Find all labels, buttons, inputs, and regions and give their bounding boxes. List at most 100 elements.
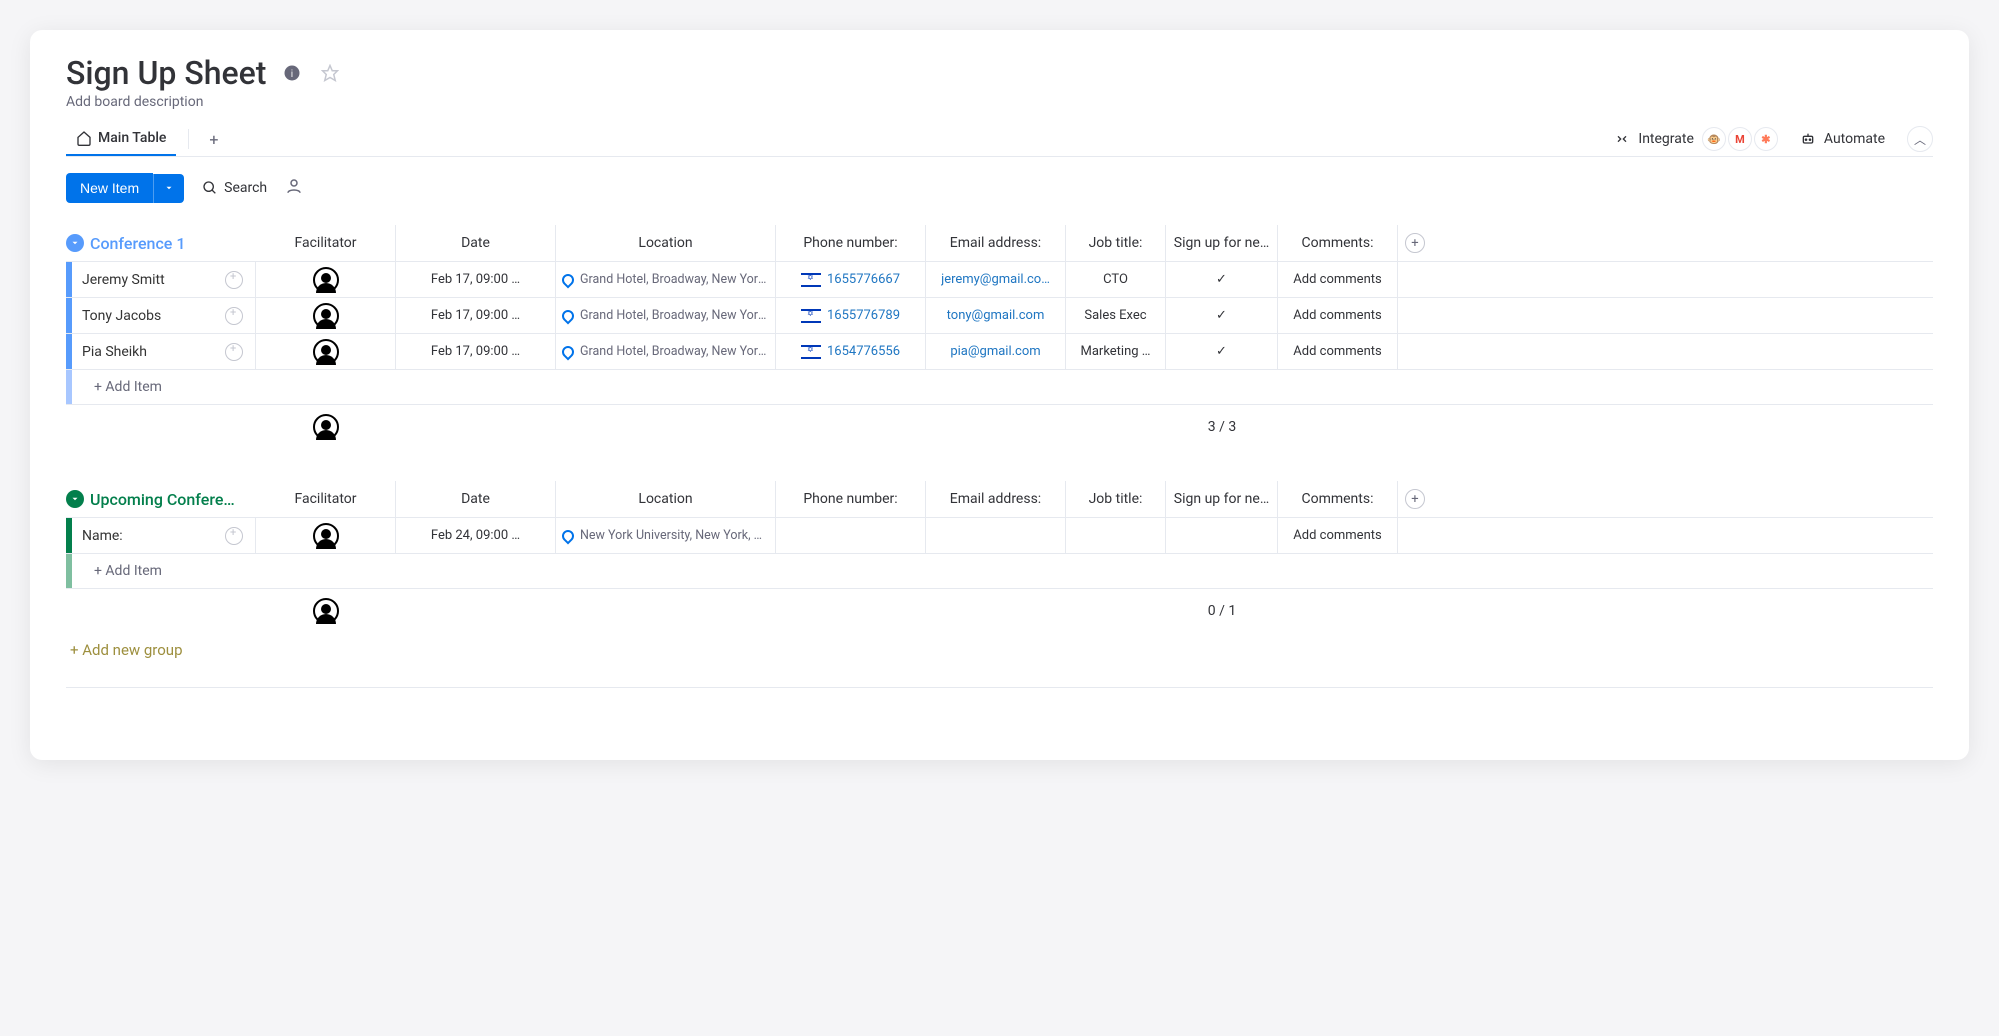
- column-header-location[interactable]: Location: [556, 481, 776, 517]
- item-name[interactable]: Name:: [72, 528, 225, 544]
- hubspot-icon[interactable]: ✱: [1754, 127, 1778, 151]
- cell-comments[interactable]: Add comments: [1278, 298, 1398, 333]
- add-item-row[interactable]: + Add Item: [66, 553, 1933, 589]
- item-name[interactable]: Jeremy Smitt: [72, 272, 225, 288]
- new-item-dropdown[interactable]: [153, 174, 184, 203]
- add-column-button[interactable]: +: [1405, 233, 1425, 253]
- info-icon[interactable]: i: [280, 61, 304, 85]
- column-header-email[interactable]: Email address:: [926, 225, 1066, 261]
- add-tab-button[interactable]: +: [201, 126, 226, 153]
- column-header-job[interactable]: Job title:: [1066, 481, 1166, 517]
- group-title[interactable]: Conference 1: [90, 234, 185, 253]
- chat-icon[interactable]: [225, 527, 243, 545]
- cell-date[interactable]: Feb 17, 09:00 …: [396, 262, 556, 297]
- avatar-icon: [313, 303, 339, 329]
- tab-main-table[interactable]: Main Table: [66, 122, 176, 156]
- item-name[interactable]: Tony Jacobs: [72, 308, 225, 324]
- cell-signup[interactable]: ✓: [1166, 262, 1278, 297]
- group-collapse-toggle[interactable]: [66, 234, 84, 252]
- cell-date[interactable]: Feb 24, 09:00 …: [396, 518, 556, 553]
- cell-facilitator[interactable]: [256, 262, 396, 297]
- integrate-button[interactable]: Integrate 🐵 M ✱: [1614, 127, 1778, 151]
- chat-icon[interactable]: [225, 271, 243, 289]
- column-header-comments[interactable]: Comments:: [1278, 481, 1398, 517]
- plug-icon: [1614, 131, 1630, 147]
- star-icon[interactable]: [318, 61, 342, 85]
- board-description[interactable]: Add board description: [66, 94, 1933, 110]
- group-summary-row: 0 / 1: [66, 589, 1933, 633]
- cell-comments[interactable]: Add comments: [1278, 262, 1398, 297]
- table-row[interactable]: Tony Jacobs Feb 17, 09:00 … Grand Hotel,…: [66, 297, 1933, 333]
- location-pin-icon: [560, 271, 577, 288]
- column-header-phone[interactable]: Phone number:: [776, 225, 926, 261]
- item-name[interactable]: Pia Sheikh: [72, 344, 225, 360]
- cell-job[interactable]: Marketing …: [1066, 334, 1166, 369]
- table-row[interactable]: Pia Sheikh Feb 17, 09:00 … Grand Hotel, …: [66, 333, 1933, 369]
- gmail-icon[interactable]: M: [1728, 127, 1752, 151]
- tabs-row: Main Table + Integrate 🐵 M ✱ Automate ︿: [66, 122, 1933, 157]
- cell-email[interactable]: pia@gmail.com: [926, 334, 1066, 369]
- mailchimp-icon[interactable]: 🐵: [1702, 127, 1726, 151]
- column-header-date[interactable]: Date: [396, 481, 556, 517]
- group-upcoming-conference: Upcoming Confere… Facilitator Date Locat…: [66, 481, 1933, 688]
- board-header: Sign Up Sheet i: [66, 54, 1933, 92]
- cell-phone[interactable]: 1655776667: [776, 262, 926, 297]
- cell-comments[interactable]: Add comments: [1278, 334, 1398, 369]
- cell-facilitator[interactable]: [256, 334, 396, 369]
- column-header-facilitator[interactable]: Facilitator: [256, 225, 396, 261]
- group-header-row: Upcoming Confere… Facilitator Date Locat…: [66, 481, 1933, 517]
- group-collapse-toggle[interactable]: [66, 490, 84, 508]
- cell-location[interactable]: New York University, New York, NY,…: [556, 518, 776, 553]
- column-header-phone[interactable]: Phone number:: [776, 481, 926, 517]
- group-title[interactable]: Upcoming Confere…: [90, 490, 235, 509]
- table-row[interactable]: Jeremy Smitt Feb 17, 09:00 … Grand Hotel…: [66, 261, 1933, 297]
- avatar-icon: [313, 339, 339, 365]
- location-pin-icon: [560, 527, 577, 544]
- search-button[interactable]: Search: [202, 180, 267, 196]
- summary-signup: 3 / 3: [1166, 405, 1278, 449]
- cell-job[interactable]: CTO: [1066, 262, 1166, 297]
- cell-comments[interactable]: Add comments: [1278, 518, 1398, 553]
- cell-date[interactable]: Feb 17, 09:00 …: [396, 334, 556, 369]
- cell-location[interactable]: Grand Hotel, Broadway, New York, …: [556, 262, 776, 297]
- column-header-signup[interactable]: Sign up for ne…: [1166, 225, 1278, 261]
- cell-signup[interactable]: ✓: [1166, 334, 1278, 369]
- collapse-header-button[interactable]: ︿: [1907, 126, 1933, 152]
- cell-date[interactable]: Feb 17, 09:00 …: [396, 298, 556, 333]
- column-header-location[interactable]: Location: [556, 225, 776, 261]
- board-title[interactable]: Sign Up Sheet: [66, 54, 266, 92]
- cell-facilitator[interactable]: [256, 518, 396, 553]
- add-column-button[interactable]: +: [1405, 489, 1425, 509]
- group-title-cell: Conference 1: [66, 225, 256, 261]
- cell-email[interactable]: jeremy@gmail.co…: [926, 262, 1066, 297]
- column-header-signup[interactable]: Sign up for ne…: [1166, 481, 1278, 517]
- cell-job[interactable]: [1066, 518, 1166, 553]
- automate-button[interactable]: Automate: [1800, 131, 1885, 147]
- cell-phone[interactable]: 1654776556: [776, 334, 926, 369]
- new-item-button[interactable]: New Item: [66, 173, 153, 203]
- cell-job[interactable]: Sales Exec: [1066, 298, 1166, 333]
- column-header-job[interactable]: Job title:: [1066, 225, 1166, 261]
- cell-facilitator[interactable]: [256, 298, 396, 333]
- column-header-comments[interactable]: Comments:: [1278, 225, 1398, 261]
- chat-icon[interactable]: [225, 307, 243, 325]
- cell-signup[interactable]: [1166, 518, 1278, 553]
- add-item-row[interactable]: + Add Item: [66, 369, 1933, 405]
- home-icon: [76, 130, 92, 146]
- column-header-email[interactable]: Email address:: [926, 481, 1066, 517]
- cell-location[interactable]: Grand Hotel, Broadway, New York, …: [556, 334, 776, 369]
- column-header-date[interactable]: Date: [396, 225, 556, 261]
- add-new-group-button[interactable]: + Add new group: [66, 633, 1933, 667]
- table-row[interactable]: Name: Feb 24, 09:00 … New York Universit…: [66, 517, 1933, 553]
- column-header-facilitator[interactable]: Facilitator: [256, 481, 396, 517]
- chat-icon[interactable]: [225, 343, 243, 361]
- cell-location[interactable]: Grand Hotel, Broadway, New York, …: [556, 298, 776, 333]
- cell-signup[interactable]: ✓: [1166, 298, 1278, 333]
- cell-email[interactable]: [926, 518, 1066, 553]
- person-filter-button[interactable]: [285, 177, 303, 199]
- cell-phone[interactable]: [776, 518, 926, 553]
- cell-email[interactable]: tony@gmail.com: [926, 298, 1066, 333]
- avatar-icon: [313, 414, 339, 440]
- add-column-cell: +: [1398, 481, 1432, 517]
- cell-phone[interactable]: 1655776789: [776, 298, 926, 333]
